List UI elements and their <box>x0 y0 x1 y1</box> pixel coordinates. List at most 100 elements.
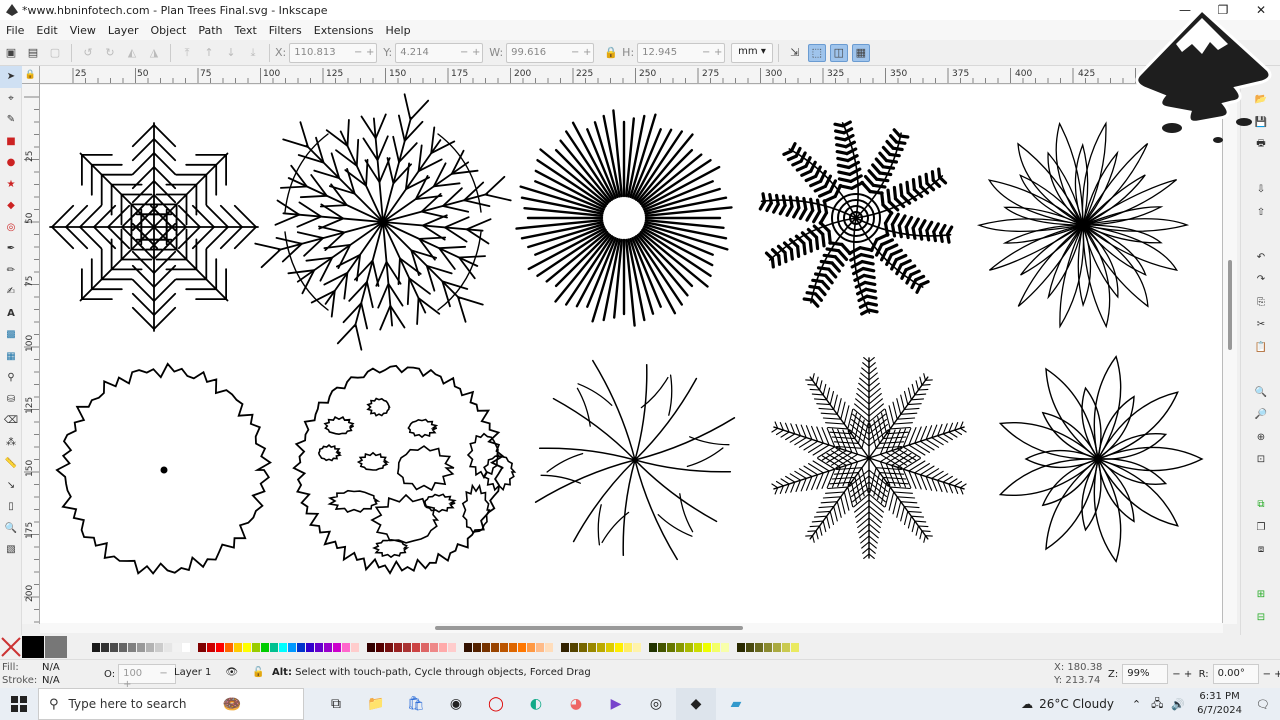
swatch[interactable] <box>570 642 578 652</box>
tree-symbol-leafy[interactable] <box>998 355 1204 563</box>
copy-icon[interactable]: ⎘ <box>1241 291 1280 314</box>
horizontal-ruler[interactable]: 25 50 75 100 125 150 175 200 225 250 275… <box>40 66 1223 84</box>
tree-symbol-shrub-textured[interactable] <box>292 364 517 575</box>
zoom-width-icon[interactable]: ⊡ <box>1241 449 1280 472</box>
tree-symbol-shrub-outline[interactable] <box>55 362 272 575</box>
swatch[interactable] <box>791 642 799 652</box>
select-all-icon[interactable]: ▣ <box>2 44 20 62</box>
zoom-plus-icon[interactable]: + <box>1184 669 1192 680</box>
swatch-black[interactable] <box>22 636 44 658</box>
paste-icon[interactable]: 📋 <box>1241 336 1280 359</box>
swatch[interactable] <box>658 642 666 652</box>
swatch[interactable] <box>92 642 100 652</box>
selector-tool-icon[interactable]: ➤ <box>0 66 22 88</box>
rectangle-tool-icon[interactable]: ■ <box>0 131 22 153</box>
text-tool-icon[interactable]: A <box>0 303 22 325</box>
swatch[interactable] <box>755 642 763 652</box>
swatch[interactable] <box>155 642 163 652</box>
export-icon[interactable]: ⇧ <box>1241 201 1280 224</box>
swatch[interactable] <box>597 642 605 652</box>
minus-icon[interactable]: − <box>352 47 364 58</box>
swatch[interactable] <box>198 642 206 652</box>
star-tool-icon[interactable]: ★ <box>0 174 22 196</box>
swatch[interactable] <box>385 642 393 652</box>
minus-icon[interactable]: − <box>569 47 581 58</box>
tree-symbol-conifer[interactable] <box>49 122 259 332</box>
swatch[interactable] <box>527 642 535 652</box>
group-icon[interactable]: ⊞ <box>1241 584 1280 607</box>
swatch[interactable] <box>394 642 402 652</box>
menu-file[interactable]: File <box>0 24 30 37</box>
tree-symbol-fern[interactable] <box>771 357 967 559</box>
swatch[interactable] <box>324 642 332 652</box>
swatch[interactable] <box>509 642 517 652</box>
pen-tool-icon[interactable]: ✒ <box>0 238 22 260</box>
inkscape-taskbar-icon[interactable]: ◆ <box>676 688 716 720</box>
network-icon[interactable]: 🖧 <box>1151 695 1163 714</box>
redo-icon[interactable]: ↷ <box>1241 269 1280 292</box>
swatch[interactable] <box>703 642 711 652</box>
task-view-icon[interactable]: ⧉ <box>316 688 356 720</box>
swatch[interactable] <box>146 642 154 652</box>
deselect-icon[interactable]: ▢ <box>46 44 64 62</box>
file-explorer-icon[interactable]: 📁 <box>356 688 396 720</box>
vertical-scroll-thumb[interactable] <box>1228 260 1232 350</box>
swatch[interactable] <box>403 642 411 652</box>
zoom-minus-icon[interactable]: − <box>1172 669 1180 680</box>
swatch[interactable] <box>606 642 614 652</box>
swatch[interactable] <box>667 642 675 652</box>
ungroup-icon[interactable]: ⊟ <box>1241 606 1280 629</box>
swatch[interactable] <box>685 642 693 652</box>
swatch[interactable] <box>588 642 596 652</box>
chrome-icon[interactable]: ◉ <box>436 688 476 720</box>
swatch[interactable] <box>721 642 729 652</box>
paint-bucket-tool-icon[interactable]: ⛁ <box>0 389 22 411</box>
h-input[interactable] <box>638 47 701 58</box>
y-input[interactable] <box>396 47 459 58</box>
swatch[interactable] <box>430 642 438 652</box>
swatch[interactable] <box>439 642 447 652</box>
lower-to-bottom-icon[interactable]: ⤓ <box>244 44 262 62</box>
plus-icon[interactable]: + <box>712 47 724 58</box>
swatch[interactable] <box>491 642 499 652</box>
edge-icon[interactable]: ◐ <box>516 688 556 720</box>
swatch[interactable] <box>128 642 136 652</box>
swatch[interactable] <box>518 642 526 652</box>
swatch-gray[interactable] <box>45 636 67 658</box>
swatch[interactable] <box>279 642 287 652</box>
zoom-drawing-icon[interactable]: 🔎 <box>1241 404 1280 427</box>
lower-icon[interactable]: ↓ <box>222 44 240 62</box>
menu-text[interactable]: Text <box>229 24 263 37</box>
swatch[interactable] <box>376 642 384 652</box>
menu-edit[interactable]: Edit <box>30 24 63 37</box>
menu-object[interactable]: Object <box>145 24 193 37</box>
measure-tool-icon[interactable]: 📏 <box>0 453 22 475</box>
lpe-tool-icon[interactable]: ▧ <box>0 539 22 561</box>
swatch[interactable] <box>315 642 323 652</box>
tree-symbol-radial[interactable] <box>515 109 733 327</box>
zoom-input[interactable]: 99% <box>1122 664 1169 684</box>
horizontal-scroll-thumb[interactable] <box>435 626 743 630</box>
swatch[interactable] <box>676 642 684 652</box>
menu-view[interactable]: View <box>64 24 102 37</box>
windows-start-icon[interactable] <box>0 688 38 720</box>
swatch[interactable] <box>182 642 190 652</box>
connector-tool-icon[interactable]: ↘ <box>0 475 22 497</box>
zoom-selection-icon[interactable]: 🔍 <box>1241 381 1280 404</box>
rotation-input[interactable]: 0.00° <box>1212 664 1259 684</box>
swatch[interactable] <box>764 642 772 652</box>
volume-icon[interactable]: 🔊 <box>1171 698 1185 711</box>
weather-widget[interactable]: ☁ 26°C Cloudy <box>1021 697 1114 711</box>
rotate-cw-icon[interactable]: ↻ <box>101 44 119 62</box>
move-gradients-icon[interactable]: ◫ <box>829 43 848 62</box>
obs-icon[interactable]: ◎ <box>636 688 676 720</box>
ellipse-tool-icon[interactable]: ● <box>0 152 22 174</box>
duplicate-icon[interactable]: ⧉ <box>1241 494 1280 517</box>
move-patterns-icon[interactable]: ▦ <box>851 43 870 62</box>
taskbar-search[interactable]: ⚲ Type here to search 🍩 <box>38 688 304 720</box>
firefox-icon[interactable]: ◕ <box>556 688 596 720</box>
pages-tool-icon[interactable]: ▯ <box>0 496 22 518</box>
opacity-input[interactable]: 100 − + <box>118 664 177 690</box>
swatch[interactable] <box>119 642 127 652</box>
pencil-tool-icon[interactable]: ✏ <box>0 260 22 282</box>
